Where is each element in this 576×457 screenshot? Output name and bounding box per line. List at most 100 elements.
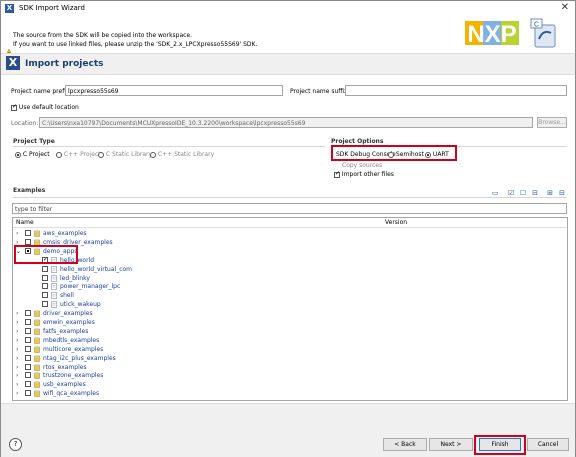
tree-child-row[interactable]: shell (13, 291, 563, 300)
expand-arrow-icon[interactable]: › (16, 336, 18, 345)
tree-row-checkbox[interactable] (25, 230, 31, 236)
help-icon[interactable]: ? (9, 438, 22, 451)
check-all-icon[interactable]: ☑ (507, 189, 515, 197)
expand-arrow-icon[interactable]: › (16, 229, 18, 238)
tree-child-row[interactable]: utick_wakeup (13, 300, 563, 309)
import-other-files-checkbox[interactable] (334, 170, 340, 178)
tree-row-checkbox[interactable] (25, 354, 31, 361)
folder-icon[interactable]: ▭ (491, 189, 499, 197)
import-other-files-label: Import other files (341, 171, 394, 178)
project-options-title: Project Options (331, 138, 384, 145)
tree-row-label: ntag_i2c_plus_examples (43, 354, 116, 362)
tree-row-label: utick_wakeup (60, 301, 101, 309)
tree-group-row[interactable]: › fatfs_examples (13, 327, 563, 336)
tree-group-row[interactable]: › driver_examples (13, 309, 563, 318)
collapse-all-icon[interactable]: ⊟ (558, 189, 566, 197)
tree-group-row[interactable]: › rtos_examples (13, 363, 563, 372)
tree-row-checkbox[interactable] (42, 265, 48, 272)
cpp-project-radio[interactable] (56, 151, 62, 158)
file-icon (51, 292, 57, 300)
expand-arrow-icon[interactable]: › (16, 318, 18, 327)
tree-row-label: wifi_qca_examples (43, 390, 100, 398)
expand-arrow-icon[interactable]: › (16, 363, 18, 372)
tree-row-label: shell (60, 292, 74, 300)
tree-child-row[interactable]: hello_world (13, 255, 563, 265)
tree-row-checkbox[interactable] (42, 274, 48, 281)
c-static-library-radio[interactable] (98, 151, 104, 158)
tree-row-checkbox[interactable] (25, 381, 31, 388)
tree-group-row[interactable]: › trustzone_examples (13, 371, 563, 380)
expand-arrow-icon[interactable]: › (16, 345, 18, 354)
filter-icon[interactable]: ⊟ (531, 189, 539, 197)
tree-row-checkbox[interactable] (25, 319, 31, 325)
file-icon (51, 274, 57, 282)
suffix-input[interactable] (345, 85, 567, 96)
tree-group-row[interactable]: › usb_examples (13, 380, 563, 389)
expand-arrow-icon[interactable]: › (16, 380, 18, 389)
expand-arrow-icon[interactable]: › (16, 327, 18, 336)
use-default-location-label: Use default location (18, 104, 79, 111)
expand-arrow-icon[interactable]: › (16, 389, 18, 398)
tree-group-row[interactable]: › emwin_examples (13, 318, 563, 327)
expand-arrow-icon[interactable]: › (16, 354, 18, 363)
expand-arrow-icon[interactable]: › (16, 371, 18, 380)
folder-icon (34, 363, 40, 371)
close-icon[interactable]: ✕ (561, 2, 569, 13)
window-title: SDK Import Wizard (19, 4, 85, 12)
c-project-option[interactable]: C Project (15, 151, 50, 158)
use-default-location-checkbox[interactable] (11, 103, 17, 111)
tree-row-checkbox[interactable] (25, 363, 31, 370)
tree-group-row[interactable]: › cmsis_driver_examples (13, 238, 563, 247)
tree-child-row[interactable]: led_blinky (13, 274, 563, 283)
cpp-project-option[interactable]: C++ Project (56, 151, 101, 158)
expand-all-icon[interactable]: ⊞ (546, 189, 554, 197)
tree-child-row[interactable]: power_manager_lpc (13, 282, 563, 291)
tree-row-checkbox[interactable] (25, 336, 31, 343)
tree-row-label: aws_examples (43, 230, 87, 237)
tree-row-checkbox[interactable] (42, 292, 48, 299)
folder-icon (34, 327, 40, 335)
hello-world-highlight (14, 245, 78, 264)
copy-sources-label: Copy sources (342, 162, 383, 169)
tree-row-checkbox[interactable] (42, 301, 48, 308)
tree-row-checkbox[interactable] (25, 327, 31, 334)
next-button[interactable]: Next > (429, 438, 473, 451)
uncheck-all-icon[interactable]: ☐ (519, 189, 527, 197)
tree-group-row[interactable]: › multicore_examples (13, 345, 563, 354)
filter-input[interactable]: type to filter (12, 203, 567, 214)
cpp-static-library-option[interactable]: C++ Static Library (150, 151, 214, 158)
expand-arrow-icon[interactable]: › (16, 309, 18, 318)
tree-row-checkbox[interactable] (25, 390, 31, 397)
c-static-library-option[interactable]: C Static Library (98, 151, 152, 158)
tree-group-row[interactable]: › mbedtls_examples (13, 336, 563, 345)
tree-group-row[interactable]: › wifi_qca_examples (13, 389, 563, 398)
tree-child-row[interactable]: hello_world_virtual_com (13, 265, 563, 274)
tree-row-label: mbedtls_examples (43, 336, 100, 344)
cancel-button[interactable]: Cancel (527, 438, 569, 451)
tree-row-checkbox[interactable] (42, 283, 48, 290)
back-button[interactable]: < Back (383, 438, 427, 451)
cpp-static-library-label: C++ Static Library (157, 151, 215, 158)
tree-row-label: rtos_examples (43, 363, 87, 371)
cpp-project-label: C++ Project (63, 151, 101, 158)
tree-row-checkbox[interactable] (25, 238, 31, 245)
tree-group-row[interactable]: › ntag_i2c_plus_examples (13, 354, 563, 363)
tree-row-label: driver_examples (43, 310, 93, 318)
page-heading: X Import projects (1, 53, 575, 75)
tree-row-checkbox[interactable] (25, 345, 31, 352)
tree-row-label: fatfs_examples (43, 327, 89, 335)
c-project-radio[interactable] (15, 151, 21, 158)
location-label: Location: (11, 120, 39, 127)
tree-row-checkbox[interactable] (25, 310, 31, 317)
file-icon (51, 283, 57, 291)
tree-group-row[interactable]: › aws_examples (13, 229, 563, 238)
tree-group-row[interactable]: ⌄ demo_apps (13, 247, 563, 256)
import-other-files-option[interactable]: Import other files (334, 170, 394, 178)
tree-row-checkbox[interactable] (25, 372, 31, 379)
cpp-static-library-radio[interactable] (150, 151, 156, 158)
folder-icon (34, 230, 40, 237)
use-default-location-option[interactable]: Use default location (11, 103, 79, 111)
prefix-input[interactable]: lpcxpresso55s69 (65, 85, 283, 96)
logo-text: NXP (467, 21, 516, 48)
browse-button[interactable]: Browse... (537, 117, 567, 128)
